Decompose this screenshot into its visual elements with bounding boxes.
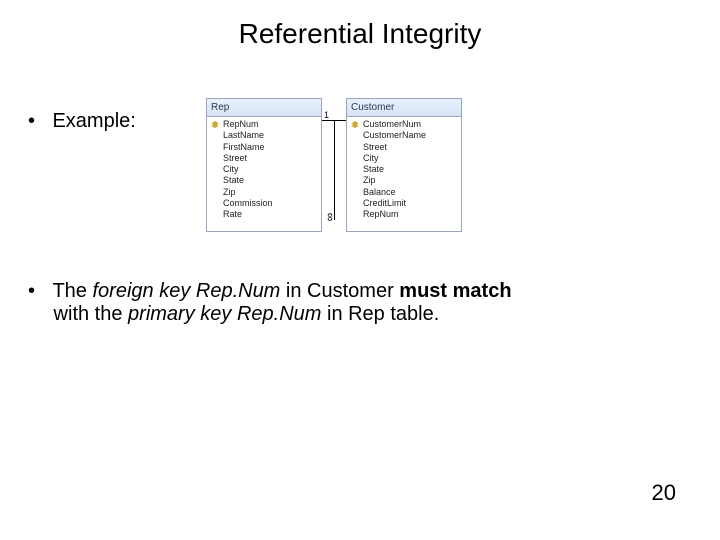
table-rep: Rep RepNumLastNameFirstNameStreetCitySta… — [206, 98, 322, 232]
field-city: City — [209, 164, 319, 175]
field-rate: Rate — [209, 209, 319, 220]
table-customer-header: Customer — [347, 99, 461, 117]
must-match: must match — [399, 280, 511, 302]
table-customer: Customer CustomerNumCustomerNameStreetCi… — [346, 98, 462, 232]
relationship-diagram: Rep RepNumLastNameFirstNameStreetCitySta… — [206, 98, 462, 236]
field-zip: Zip — [209, 187, 319, 198]
field-state: State — [349, 164, 459, 175]
cardinality-many: ∞ — [323, 213, 337, 222]
primary-key-term: primary key Rep.Num — [128, 303, 321, 325]
field-zip: Zip — [349, 175, 459, 186]
text-part: in Customer — [280, 280, 399, 302]
field-repnum: RepNum — [209, 119, 319, 130]
bullet-dot: • — [28, 110, 48, 133]
field-city: City — [349, 153, 459, 164]
field-lastname: LastName — [209, 130, 319, 141]
text-part: The — [52, 280, 92, 302]
table-rep-header: Rep — [207, 99, 321, 117]
table-customer-fields: CustomerNumCustomerNameStreetCityStateZi… — [347, 117, 461, 223]
field-creditlimit: CreditLimit — [349, 198, 459, 209]
bullet-dot: • — [28, 280, 48, 303]
field-repnum: RepNum — [349, 209, 459, 220]
explanation-bullet: • The foreign key Rep.Num in Customer mu… — [28, 280, 680, 326]
field-street: Street — [209, 153, 319, 164]
field-firstname: FirstName — [209, 142, 319, 153]
field-customername: CustomerName — [349, 130, 459, 141]
page-number: 20 — [652, 480, 676, 506]
explanation-text: The foreign key Rep.Num in Customer must… — [28, 280, 512, 325]
page-title: Referential Integrity — [0, 18, 720, 50]
text-part: with the — [48, 303, 128, 325]
foreign-key-term: foreign key Rep.Num — [92, 280, 280, 302]
text-part: in Rep table. — [321, 303, 439, 325]
example-label: Example: — [52, 110, 135, 132]
field-commission: Commission — [209, 198, 319, 209]
cardinality-one: 1 — [324, 110, 329, 120]
field-balance: Balance — [349, 187, 459, 198]
example-bullet: • Example: — [28, 110, 136, 133]
relationship-line-vert — [334, 120, 335, 220]
field-customernum: CustomerNum — [349, 119, 459, 130]
table-rep-fields: RepNumLastNameFirstNameStreetCityStateZi… — [207, 117, 321, 223]
field-street: Street — [349, 142, 459, 153]
field-state: State — [209, 175, 319, 186]
